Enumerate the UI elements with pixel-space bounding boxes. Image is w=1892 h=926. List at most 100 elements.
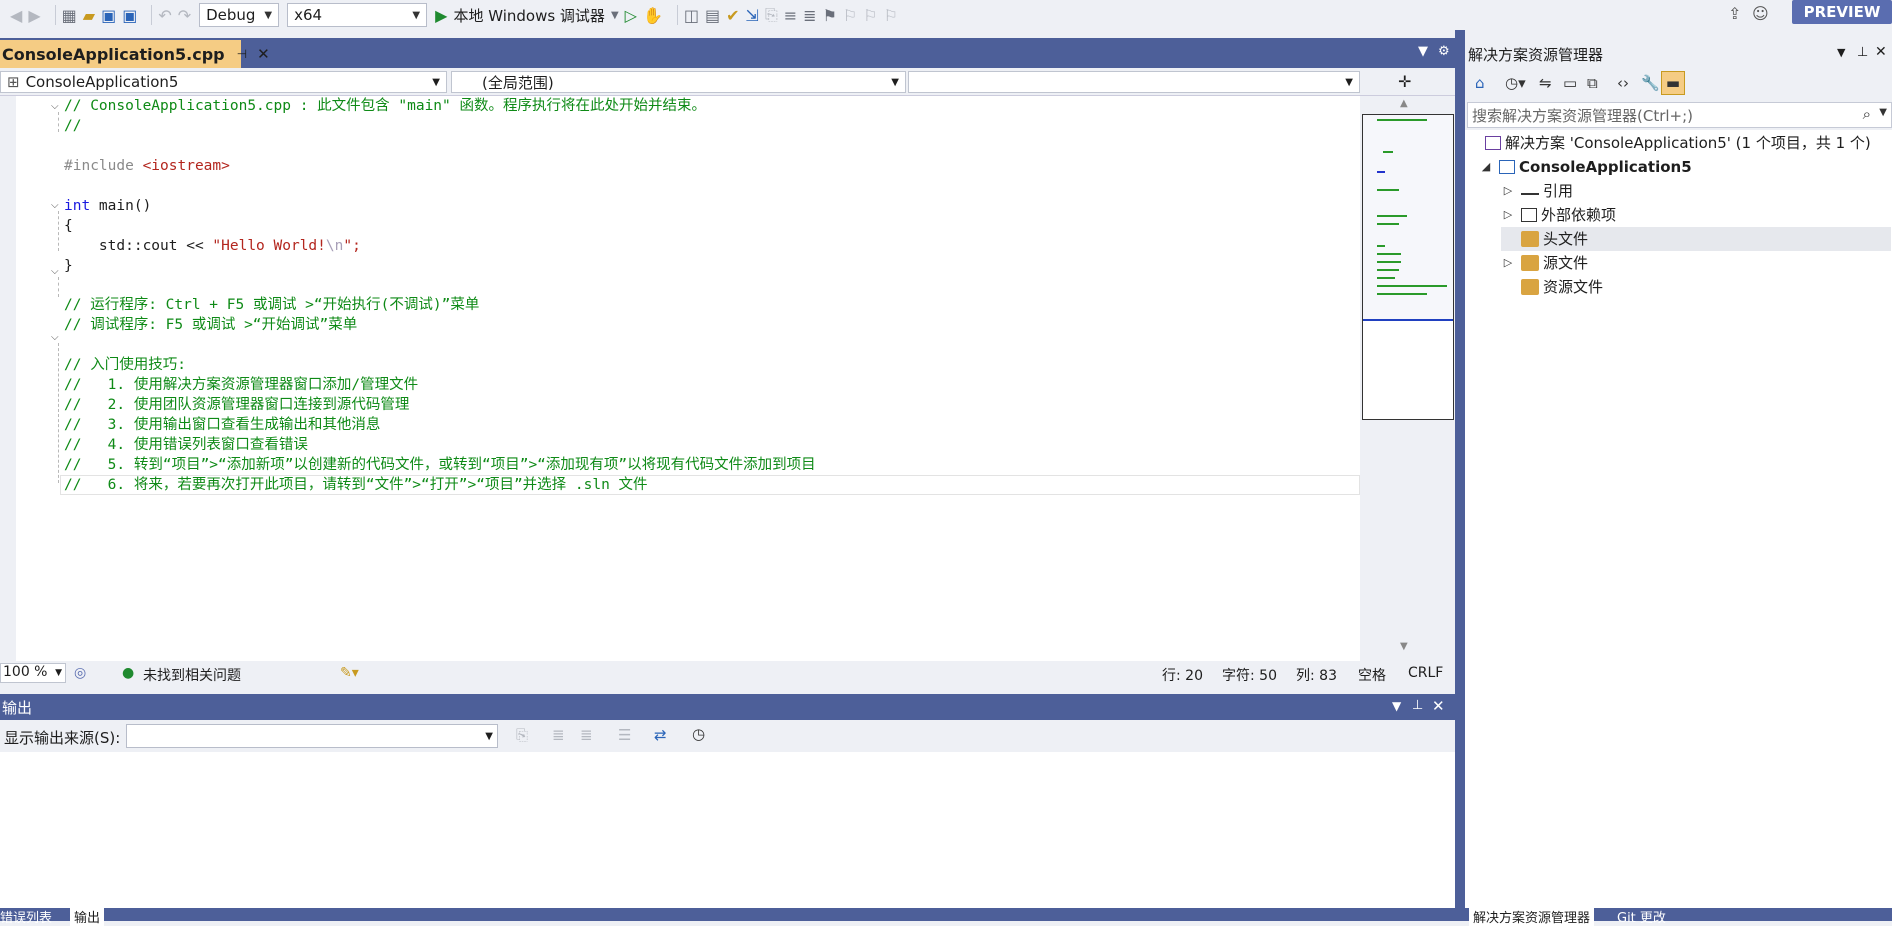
layout-icon[interactable]: ▤ bbox=[705, 6, 720, 25]
hot-reload-icon[interactable]: ✋ bbox=[643, 6, 663, 25]
expanded-icon[interactable]: ◢ bbox=[1479, 155, 1493, 179]
tab-document[interactable]: ConsoleApplication5.cpp ⊣ ✕ bbox=[0, 40, 270, 68]
output-text-area[interactable] bbox=[0, 752, 1455, 908]
play-icon[interactable]: ▶ bbox=[435, 6, 447, 25]
wrench-icon[interactable]: 🔧 bbox=[1641, 74, 1660, 92]
bookmark-icon[interactable]: ⚑ bbox=[823, 6, 837, 25]
collapsed-icon[interactable]: ▷ bbox=[1501, 203, 1515, 227]
output-source-dropdown[interactable]: ▼ bbox=[126, 724, 498, 748]
line-indicator[interactable]: 行: 20 bbox=[1162, 665, 1203, 685]
switch-views-icon[interactable]: ⌂ bbox=[1475, 74, 1485, 92]
next-message-icon[interactable]: ≣ bbox=[580, 726, 593, 744]
fold-icon[interactable]: ⌵ bbox=[51, 101, 59, 112]
tree-item-source-files[interactable]: ▷ 源文件 bbox=[1501, 251, 1588, 275]
platform-dropdown[interactable]: x64 ▼ bbox=[287, 3, 428, 27]
scroll-up-icon[interactable]: ▲ bbox=[1400, 98, 1408, 109]
chevron-down-icon[interactable]: ▼ bbox=[611, 10, 619, 21]
collapsed-icon[interactable]: ▷ bbox=[1501, 251, 1515, 275]
save-all-icon[interactable]: ▣ bbox=[122, 6, 137, 25]
fold-icon[interactable]: ⌵ bbox=[51, 332, 59, 343]
whitespace-indicator[interactable]: 空格 bbox=[1358, 665, 1386, 685]
tab-git-changes[interactable]: Git 更改 bbox=[1617, 907, 1666, 926]
collapsed-icon[interactable]: ▷ bbox=[1501, 179, 1515, 203]
clear-all-icon[interactable]: ☰ bbox=[618, 726, 631, 744]
show-all-files-icon[interactable]: ⧉ bbox=[1587, 74, 1598, 92]
tree-item-external-deps[interactable]: ▷ 外部依赖项 bbox=[1501, 203, 1616, 227]
cleanup-icon[interactable]: ✎▾ bbox=[340, 665, 359, 681]
pin-icon[interactable]: ⊣ bbox=[237, 47, 247, 61]
breakpoint-select-icon[interactable]: ⇲ bbox=[746, 6, 759, 25]
spellcheck-icon[interactable]: ✔ bbox=[726, 6, 739, 25]
pin-icon[interactable]: ⊥ bbox=[1412, 698, 1423, 713]
search-icon[interactable]: ⌕ bbox=[1863, 105, 1871, 123]
code-editor[interactable]: ⌵ ⌵ ⌵ ⌵ // ConsoleApplication5.cpp : 此文件… bbox=[0, 96, 1360, 661]
uncomment-icon[interactable]: ≣ bbox=[803, 6, 816, 25]
scroll-down-icon[interactable]: ▼ bbox=[1400, 641, 1408, 652]
gear-icon[interactable]: ⚙ bbox=[1438, 44, 1450, 59]
history-icon[interactable]: ◷▾ bbox=[1505, 74, 1526, 92]
preview-badge[interactable]: PREVIEW bbox=[1792, 0, 1892, 24]
run-button[interactable]: 本地 Windows 调试器 bbox=[453, 5, 605, 26]
col-indicator[interactable]: 列: 83 bbox=[1296, 665, 1337, 685]
zoom-dropdown[interactable]: 100 % ▼ bbox=[0, 663, 66, 683]
tab-solution-explorer[interactable]: 解决方案资源管理器 bbox=[1469, 907, 1595, 926]
find-message-icon[interactable]: ⎘ bbox=[516, 726, 528, 744]
chevron-down-icon[interactable]: ▼ bbox=[1879, 107, 1887, 118]
tree-item-project[interactable]: ◢ ConsoleApplication5 bbox=[1479, 155, 1692, 179]
chevron-down-icon[interactable]: ▼ bbox=[1392, 699, 1401, 713]
prev-bookmark-icon[interactable]: ⚐ bbox=[843, 6, 857, 25]
share-icon[interactable]: ⇪ bbox=[1728, 4, 1741, 23]
feedback-icon[interactable]: ☺ bbox=[1752, 4, 1769, 23]
project-dropdown[interactable]: ⊞ ConsoleApplication5 ▼ bbox=[0, 71, 447, 93]
copy-icon[interactable]: ⎘ bbox=[765, 5, 778, 25]
split-icon[interactable]: ✛ bbox=[1398, 72, 1411, 91]
chevron-down-icon[interactable]: ▼ bbox=[1837, 46, 1845, 59]
undo-icon[interactable]: ↶ bbox=[158, 6, 171, 25]
sync-icon[interactable]: ⇋ bbox=[1539, 74, 1552, 92]
panel-splitter[interactable] bbox=[1455, 30, 1465, 921]
tree-item-header-files[interactable]: 头文件 bbox=[1501, 227, 1891, 251]
tab-error-list[interactable]: 错误列表 bbox=[0, 907, 52, 926]
clock-icon[interactable]: ◷ bbox=[692, 725, 705, 743]
eol-indicator[interactable]: CRLF bbox=[1408, 665, 1443, 681]
minimap-scrollbar[interactable]: ▲ ▼ bbox=[1360, 96, 1455, 661]
tree-item-references[interactable]: ▷ 引用 bbox=[1501, 179, 1573, 203]
tree-item-solution[interactable]: 解决方案 'ConsoleApplication5' (1 个项目，共 1 个) bbox=[1479, 131, 1871, 155]
member-dropdown[interactable]: ▼ bbox=[908, 71, 1360, 93]
fold-icon[interactable]: ⌵ bbox=[51, 200, 59, 211]
next-bookmark-icon[interactable]: ⚐ bbox=[863, 6, 877, 25]
pin-icon[interactable]: ⊥ bbox=[1857, 45, 1868, 60]
redo-icon[interactable]: ↷ bbox=[178, 6, 191, 25]
close-icon[interactable]: ✕ bbox=[257, 45, 270, 63]
close-icon[interactable]: ✕ bbox=[1432, 697, 1445, 715]
start-without-debug-icon[interactable]: ▷ bbox=[625, 6, 637, 25]
word-wrap-icon[interactable]: ⇄ bbox=[654, 726, 667, 744]
save-icon[interactable]: ▣ bbox=[101, 6, 116, 25]
tab-list-icon[interactable]: ▼ bbox=[1418, 44, 1428, 59]
intellicode-icon[interactable]: ◎ bbox=[74, 665, 86, 681]
close-icon[interactable]: ✕ bbox=[1875, 44, 1887, 60]
tab-output[interactable]: 输出 bbox=[70, 907, 105, 926]
collapse-all-icon[interactable]: ▭ bbox=[1563, 74, 1577, 92]
issues-status[interactable]: 未找到相关问题 bbox=[143, 665, 241, 685]
forward-icon[interactable]: ▶ bbox=[28, 6, 40, 25]
scope-dropdown[interactable]: (全局范围) ▼ bbox=[451, 71, 906, 93]
minimap[interactable] bbox=[1362, 114, 1454, 420]
prev-message-icon[interactable]: ≣ bbox=[552, 726, 565, 744]
back-icon[interactable]: ◀ bbox=[10, 6, 22, 25]
fold-icon[interactable]: ⌵ bbox=[51, 266, 59, 277]
solution-search-input[interactable]: 搜索解决方案资源管理器(Ctrl+;) ⌕ ▼ bbox=[1467, 102, 1892, 128]
clear-bookmark-icon[interactable]: ⚐ bbox=[884, 6, 898, 25]
main-toolbar: ◀ ▶ ▦ ▰ ▣ ▣ ↶ ↷ Debug ▼ x64 ▼ ▶ 本地 Windows… bbox=[0, 0, 1892, 30]
preview-selected-icon[interactable]: ▬ bbox=[1661, 71, 1685, 95]
code-view-icon[interactable]: ‹› bbox=[1617, 74, 1629, 92]
config-dropdown[interactable]: Debug ▼ bbox=[199, 3, 280, 27]
tree-item-resource-files[interactable]: 资源文件 bbox=[1501, 275, 1603, 299]
comment-icon[interactable]: ≡ bbox=[784, 6, 797, 25]
char-indicator[interactable]: 字符: 50 bbox=[1222, 665, 1277, 685]
browse-icon[interactable]: ◫ bbox=[684, 6, 699, 25]
minimap-viewport[interactable] bbox=[1363, 115, 1453, 321]
open-folder-icon[interactable]: ▰ bbox=[83, 6, 95, 25]
chevron-down-icon: ▼ bbox=[264, 9, 273, 21]
new-project-icon[interactable]: ▦ bbox=[62, 6, 77, 25]
